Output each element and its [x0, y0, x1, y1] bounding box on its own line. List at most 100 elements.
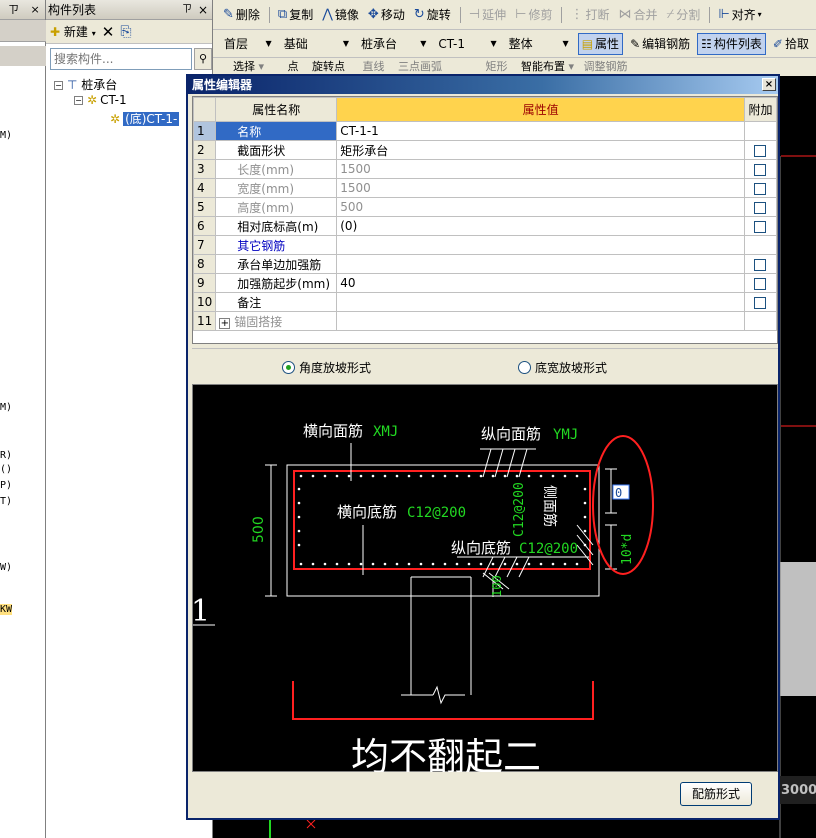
component-list-toolbar: ✚ 新建 ▾ ✕ ⎘ [46, 20, 212, 44]
tree-node-pile-cap[interactable]: − ⊤ 桩承台 [54, 76, 117, 93]
copy-button[interactable]: ⧉ 复制 [278, 6, 313, 23]
property-row[interactable]: 9 加强筋起步(mm) 40 [192, 273, 778, 293]
bottom-y-label: 纵向底筋 [451, 539, 511, 557]
width-slope-radio[interactable]: 底宽放坡形式 [518, 359, 607, 376]
rect-button[interactable]: 矩形 [486, 60, 508, 73]
pick-button[interactable]: ✐ 拾取 [770, 33, 812, 55]
property-value[interactable]: 1500 [336, 159, 745, 179]
search-input[interactable] [50, 48, 192, 70]
tree-node-ct1[interactable]: − ✲ CT-1 [74, 93, 127, 107]
point-button[interactable]: 点 [288, 60, 299, 73]
tree-node-ct1-1[interactable]: ✲ (底)CT-1- [110, 110, 180, 127]
rebar-form-button[interactable]: 配筋形式 [680, 782, 752, 806]
delete-icon[interactable]: ✕ [102, 23, 115, 41]
attach-cell[interactable] [743, 216, 778, 236]
property-button[interactable]: ▤ 属性 [577, 32, 624, 55]
split-button[interactable]: ⌿ 分割 [666, 6, 700, 23]
align-button[interactable]: ⊩ 对齐 ▾ [718, 6, 761, 23]
component-list-button[interactable]: ☷ 构件列表 [697, 32, 766, 55]
merge-button[interactable]: ⋈ 合并 [618, 6, 657, 23]
attach-cell[interactable] [743, 197, 778, 217]
component-type-select[interactable]: 桩承台 ▼ [358, 34, 429, 54]
pencil-icon: ✎ [630, 36, 641, 51]
edit-rebar-button[interactable]: ✎ 编辑钢筋 [627, 33, 693, 55]
angle-slope-radio[interactable]: 角度放坡形式 [282, 359, 371, 376]
smart-layout-button[interactable]: 智能布置 [521, 60, 565, 73]
select-button[interactable]: 选择 [233, 60, 255, 73]
break-button[interactable]: ⋮ 打断 [570, 6, 609, 23]
pin-icon[interactable]: ㄗ [182, 0, 192, 20]
property-row[interactable]: 11 + 锚固搭接 [192, 311, 778, 331]
attach-cell[interactable] [743, 292, 778, 312]
floor-select[interactable]: 首层 ▼ [221, 34, 275, 54]
property-row[interactable]: 5 高度(mm) 500 [192, 197, 778, 217]
attach-cell [743, 121, 778, 141]
dialog-button-bar: 配筋形式 [192, 772, 778, 818]
property-row[interactable]: 1 名称 CT-1-1 [192, 121, 778, 141]
left-mark: M) [0, 402, 13, 413]
left-mark: () [0, 464, 13, 475]
category-select[interactable]: 基础 ▼ [281, 34, 352, 54]
component-select[interactable]: CT-1 ▼ [435, 34, 499, 54]
property-value[interactable] [336, 254, 745, 274]
move-button[interactable]: ✥ 移动 [368, 6, 405, 23]
delete-button[interactable]: ✎ 删除 [223, 6, 260, 23]
left-mark: P) [0, 480, 13, 491]
num-header [192, 97, 217, 122]
attach-checkbox[interactable] [754, 220, 767, 233]
property-value[interactable] [336, 292, 745, 312]
copy-icon[interactable]: ⎘ [120, 24, 131, 40]
attach-cell[interactable] [743, 140, 778, 160]
attach-cell [743, 235, 778, 255]
unit-select[interactable]: 整体 ▼ [506, 34, 572, 54]
attach-checkbox[interactable] [754, 258, 767, 271]
arc-button[interactable]: 三点画弧 [398, 60, 442, 73]
property-row[interactable]: 8 承台单边加强筋 [192, 254, 778, 274]
attach-checkbox[interactable] [754, 277, 767, 290]
pin-icon[interactable]: ㄗ [8, 3, 19, 16]
property-value[interactable]: 1500 [336, 178, 745, 198]
property-value[interactable]: CT-1-1 [336, 121, 745, 141]
attach-cell[interactable] [743, 178, 778, 198]
property-row[interactable]: 4 宽度(mm) 1500 [192, 178, 778, 198]
attach-checkbox[interactable] [754, 182, 767, 195]
attach-cell[interactable] [743, 254, 778, 274]
trim-button[interactable]: ⊢ 修剪 [515, 6, 552, 23]
expand-icon[interactable]: + [219, 317, 231, 329]
property-row[interactable]: 7 其它钢筋 [192, 235, 778, 255]
collapse-icon[interactable]: − [74, 96, 83, 105]
dialog-title-bar[interactable]: 属性编辑器 × [188, 76, 778, 94]
close-icon[interactable]: × [31, 3, 40, 16]
property-row[interactable]: 6 相对底标高(m) (0) [192, 216, 778, 236]
rotate-button[interactable]: ↻ 旋转 [414, 6, 451, 23]
extend-button[interactable]: ⊣ 延伸 [469, 6, 506, 23]
cad-gray-block [780, 562, 816, 696]
attach-checkbox[interactable] [754, 163, 767, 176]
new-icon: ✚ [50, 25, 61, 39]
adjust-rebar-button[interactable]: 调整钢筋 [584, 60, 628, 73]
attach-cell[interactable] [743, 159, 778, 179]
close-icon[interactable]: × [762, 78, 776, 91]
line-button[interactable]: 直线 [363, 60, 385, 73]
attach-cell[interactable] [743, 273, 778, 293]
property-value[interactable]: 500 [336, 197, 745, 217]
search-icon[interactable]: ⚲ [194, 48, 212, 70]
property-value[interactable] [336, 235, 745, 255]
attach-checkbox[interactable] [754, 296, 767, 309]
property-value[interactable]: 矩形承台 [336, 140, 745, 160]
property-value[interactable]: 40 [336, 273, 745, 293]
property-value[interactable]: (0) [336, 216, 745, 236]
property-row[interactable]: 3 长度(mm) 1500 [192, 159, 778, 179]
property-row[interactable]: 10 备注 [192, 292, 778, 312]
attach-checkbox[interactable] [754, 144, 767, 157]
mirror-button[interactable]: ⋀ 镜像 [322, 6, 359, 23]
attach-checkbox[interactable] [754, 201, 767, 214]
collapse-icon[interactable]: − [54, 81, 63, 90]
rotate-point-button[interactable]: 旋转点 [312, 60, 345, 73]
close-icon[interactable]: × [198, 0, 208, 20]
property-table: 属性名称 属性值 附加 1 名称 CT-1-1 2 截面形状 矩形承台 3 长度(mm) 150… [192, 97, 778, 331]
property-value[interactable] [336, 311, 745, 331]
top-y-code: YMJ [553, 427, 578, 443]
property-row[interactable]: 2 截面形状 矩形承台 [192, 140, 778, 160]
new-button[interactable]: ✚ 新建 ▾ [50, 23, 96, 40]
